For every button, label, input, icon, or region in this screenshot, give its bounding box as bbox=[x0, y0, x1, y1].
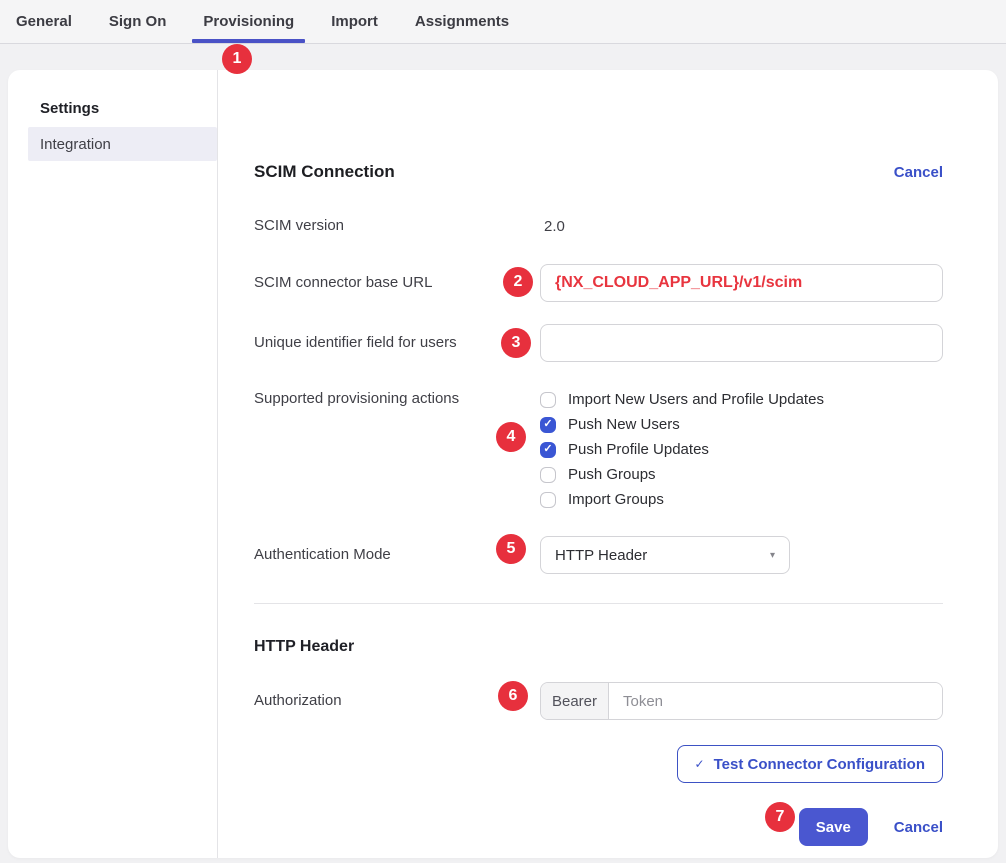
base-url-label: SCIM connector base URL bbox=[254, 274, 540, 292]
section-divider bbox=[254, 603, 943, 604]
check-icon: ✓ bbox=[695, 757, 705, 771]
tab-assignments[interactable]: Assignments bbox=[415, 0, 509, 43]
annotation-badge-6: 6 bbox=[498, 681, 528, 711]
provisioning-card: Settings Integration SCIM Connection Can… bbox=[8, 70, 998, 858]
auth-mode-select[interactable]: HTTP Header ▾ bbox=[540, 536, 790, 574]
annotation-badge-7: 7 bbox=[765, 802, 795, 832]
bearer-prefix: Bearer bbox=[541, 683, 609, 719]
provisioning-actions-group: Import New Users and Profile Updates Pus… bbox=[540, 390, 824, 508]
provisioning-action-row[interactable]: Import Groups bbox=[540, 491, 824, 508]
save-button[interactable]: Save bbox=[799, 808, 868, 846]
provisioning-action-row[interactable]: Push Profile Updates bbox=[540, 441, 824, 458]
annotation-badge-5: 5 bbox=[496, 534, 526, 564]
provisioning-action-checkbox-2[interactable] bbox=[540, 442, 556, 458]
unique-id-input[interactable] bbox=[540, 324, 943, 362]
token-input[interactable] bbox=[609, 683, 942, 719]
scim-version-label: SCIM version bbox=[254, 217, 540, 235]
settings-sidebar: Settings Integration bbox=[8, 70, 218, 858]
provisioning-action-row[interactable]: Push New Users bbox=[540, 416, 824, 433]
chevron-down-icon: ▾ bbox=[770, 550, 775, 561]
annotation-badge-3: 3 bbox=[501, 328, 531, 358]
tab-provisioning[interactable]: Provisioning bbox=[203, 0, 294, 43]
scim-connection-panel: SCIM Connection Cancel SCIM version 2.0 … bbox=[218, 70, 998, 858]
tab-import[interactable]: Import bbox=[331, 0, 378, 43]
scim-version-value: 2.0 bbox=[540, 218, 565, 235]
provisioning-actions-label: Supported provisioning actions bbox=[254, 390, 540, 408]
provisioning-action-row[interactable]: Import New Users and Profile Updates bbox=[540, 391, 824, 408]
base-url-input[interactable] bbox=[540, 264, 943, 302]
cancel-link-top[interactable]: Cancel bbox=[894, 164, 943, 181]
sidebar-heading: Settings bbox=[40, 100, 217, 117]
provisioning-action-label: Push Groups bbox=[568, 466, 656, 483]
test-connector-configuration-label: Test Connector Configuration bbox=[714, 756, 925, 773]
annotation-badge-1: 1 bbox=[222, 44, 252, 74]
sidebar-item-integration[interactable]: Integration bbox=[28, 127, 217, 161]
provisioning-action-checkbox-0[interactable] bbox=[540, 392, 556, 408]
provisioning-action-checkbox-4[interactable] bbox=[540, 492, 556, 508]
annotation-badge-2: 2 bbox=[503, 267, 533, 297]
provisioning-action-label: Push New Users bbox=[568, 416, 680, 433]
provisioning-action-label: Push Profile Updates bbox=[568, 441, 709, 458]
tab-general[interactable]: General bbox=[16, 0, 72, 43]
auth-mode-selected-value: HTTP Header bbox=[555, 547, 647, 564]
authorization-input-group: Bearer bbox=[540, 682, 943, 720]
cancel-link-bottom[interactable]: Cancel bbox=[894, 819, 943, 836]
provisioning-action-row[interactable]: Push Groups bbox=[540, 466, 824, 483]
provisioning-action-label: Import Groups bbox=[568, 491, 664, 508]
http-header-heading: HTTP Header bbox=[254, 638, 943, 656]
annotation-badge-4: 4 bbox=[496, 422, 526, 452]
page-title: SCIM Connection bbox=[254, 162, 395, 182]
provisioning-action-checkbox-3[interactable] bbox=[540, 467, 556, 483]
tab-sign-on[interactable]: Sign On bbox=[109, 0, 167, 43]
provisioning-action-label: Import New Users and Profile Updates bbox=[568, 391, 824, 408]
unique-id-label: Unique identifier field for users bbox=[254, 334, 540, 352]
app-tabbar: General Sign On Provisioning Import Assi… bbox=[0, 0, 1006, 44]
test-connector-configuration-button[interactable]: ✓ Test Connector Configuration bbox=[677, 745, 943, 783]
provisioning-action-checkbox-1[interactable] bbox=[540, 417, 556, 433]
